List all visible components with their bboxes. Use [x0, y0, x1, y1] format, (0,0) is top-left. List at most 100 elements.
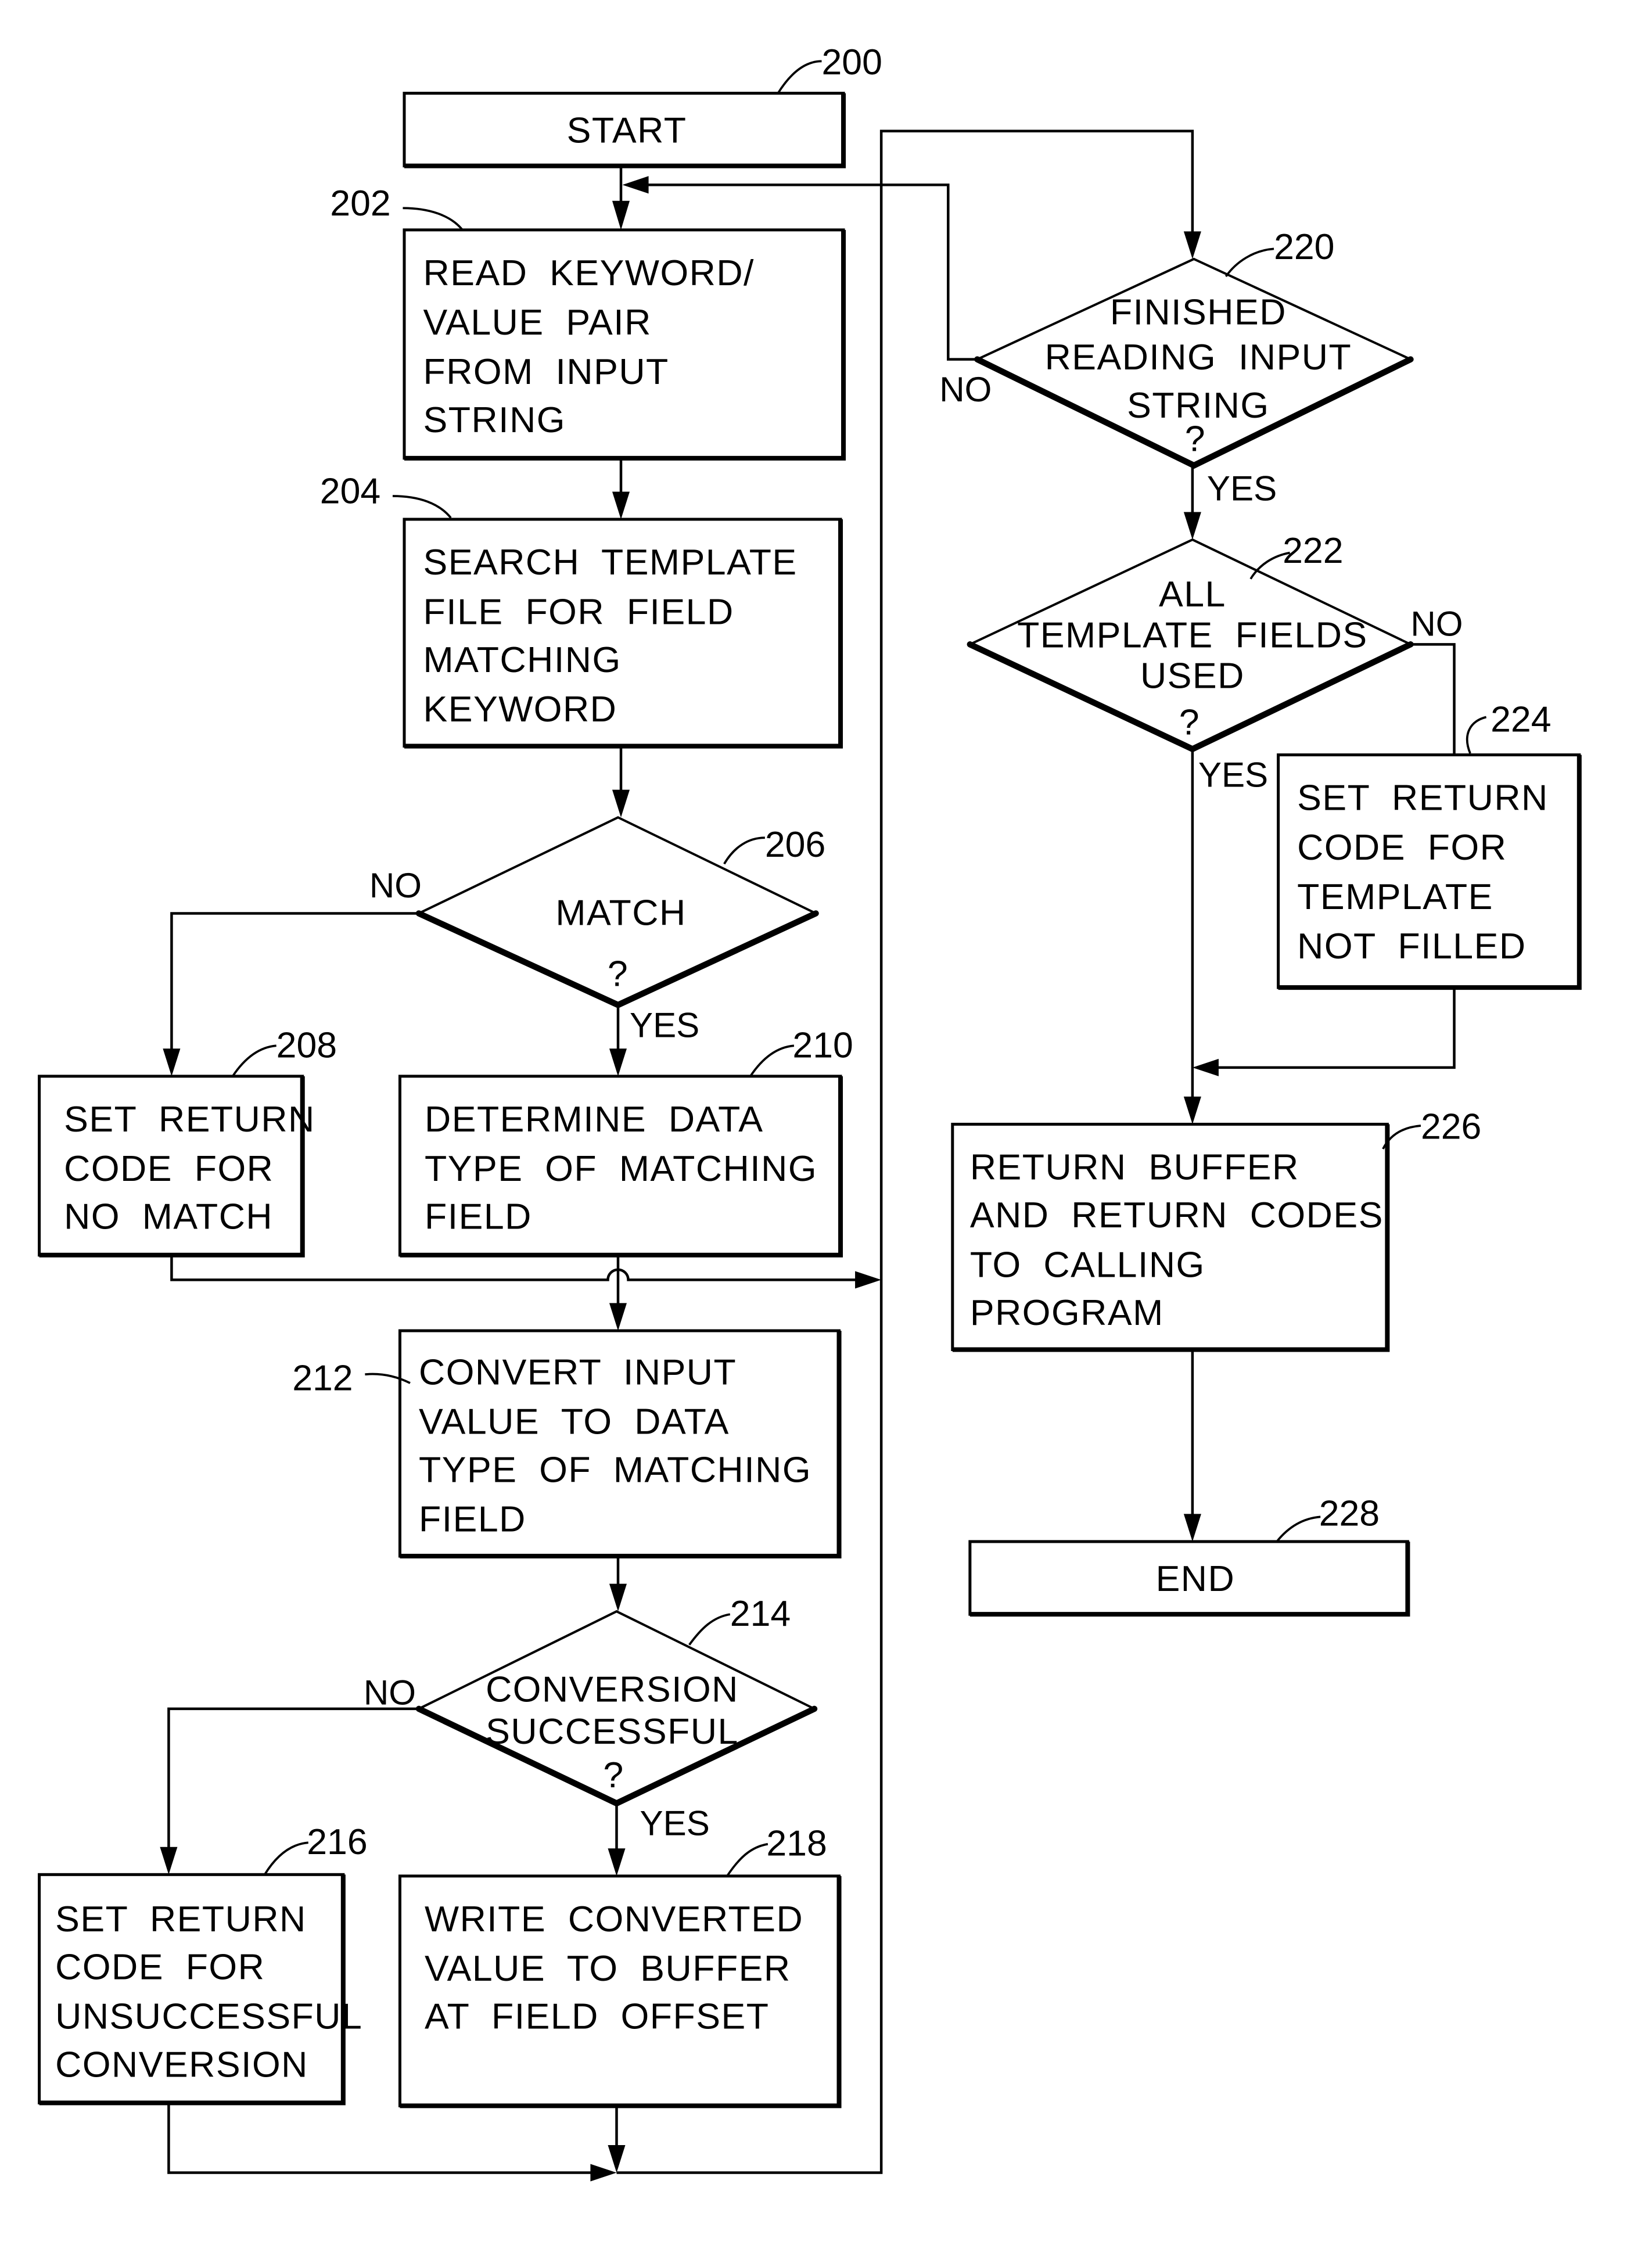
- node-ret: RETURN BUFFER AND RETURN CODES TO CALLIN…: [951, 1107, 1481, 1352]
- node-convok-line: CONVERSION: [486, 1669, 739, 1709]
- node-search-line: KEYWORD: [423, 689, 617, 730]
- node-end: END 228: [968, 1493, 1410, 1617]
- ref-206: 206: [765, 824, 825, 865]
- arrowhead-icon: [160, 1847, 178, 1875]
- node-read-line: READ KEYWORD/: [423, 253, 755, 293]
- node-dtype-line: FIELD: [425, 1197, 532, 1237]
- node-match-label: MATCH: [555, 893, 686, 933]
- node-search-line: MATCHING: [423, 640, 622, 680]
- ref-224: 224: [1491, 699, 1551, 740]
- edge-convbad-merge: [167, 2103, 597, 2174]
- node-search: SEARCH TEMPLATE FILE FOR FIELD MATCHING …: [320, 470, 843, 749]
- node-dtype: DETERMINE DATA TYPE OF MATCHING FIELD 21…: [398, 1025, 853, 1258]
- arrowhead-icon: [612, 491, 630, 520]
- node-convert: CONVERT INPUT VALUE TO DATA TYPE OF MATC…: [292, 1329, 842, 1559]
- node-search-line: SEARCH TEMPLATE: [423, 542, 798, 583]
- node-ret-line: PROGRAM: [970, 1292, 1164, 1333]
- node-allused-line: TEMPLATE FIELDS: [1017, 615, 1368, 655]
- branch-label-yes: YES: [1207, 469, 1277, 508]
- ref-200: 200: [821, 42, 882, 82]
- node-read-line: FROM INPUT: [423, 351, 669, 392]
- node-dtype-line: TYPE OF MATCHING: [425, 1148, 817, 1189]
- ref-leader: [1466, 716, 1487, 754]
- ref-210: 210: [792, 1025, 853, 1065]
- ref-218: 218: [766, 1823, 827, 1864]
- node-dtype-line: DETERMINE DATA: [425, 1099, 763, 1140]
- node-write-line: WRITE CONVERTED: [425, 1899, 803, 1939]
- arrowhead-icon: [163, 1048, 181, 1076]
- ref-leader: [777, 60, 822, 94]
- branch-label-no: NO: [369, 866, 422, 905]
- arrowhead-icon: [609, 1583, 627, 1612]
- ref-leader: [1276, 1515, 1321, 1543]
- node-match: MATCH ? 206 NO YES: [369, 816, 825, 1044]
- node-search-line: FILE FOR FIELD: [423, 591, 734, 632]
- node-convert-line: TYPE OF MATCHING: [419, 1449, 811, 1490]
- node-notfill-line: TEMPLATE: [1297, 877, 1493, 917]
- node-convert-line: FIELD: [419, 1499, 526, 1539]
- ref-216: 216: [307, 1822, 367, 1862]
- node-convert-line: CONVERT INPUT: [419, 1352, 737, 1393]
- node-nomatch: SET RETURN CODE FOR NO MATCH 208: [38, 1025, 337, 1258]
- node-convbad-line: CODE FOR: [55, 1947, 265, 1988]
- node-convert-line: VALUE TO DATA: [419, 1402, 730, 1442]
- arrowhead-icon: [622, 176, 649, 194]
- ref-leader: [264, 1841, 308, 1876]
- branch-label-no: NO: [1410, 604, 1463, 643]
- ref-leader: [232, 1044, 276, 1077]
- node-nomatch-line: NO MATCH: [64, 1197, 273, 1237]
- node-allused-line: ALL: [1159, 574, 1226, 615]
- edge-nomatch-loop: [170, 1255, 870, 1281]
- node-write-line: VALUE TO BUFFER: [425, 1948, 791, 1989]
- ref-212: 212: [292, 1358, 353, 1399]
- node-notfill-line: CODE FOR: [1297, 827, 1507, 868]
- node-allused-line: USED: [1140, 655, 1245, 696]
- node-ret-line: RETURN BUFFER: [970, 1147, 1299, 1188]
- node-write-line: AT FIELD OFFSET: [425, 1996, 769, 2037]
- node-start-label: START: [567, 110, 687, 151]
- ref-leader: [1224, 247, 1274, 278]
- ref-leader: [723, 836, 765, 865]
- node-notfill: SET RETURN CODE FOR TEMPLATE NOT FILLED …: [1277, 699, 1582, 990]
- arrowhead-icon: [1183, 512, 1201, 540]
- node-match-question: ?: [608, 954, 629, 994]
- node-notfill-line: NOT FILLED: [1297, 926, 1526, 967]
- ref-208: 208: [276, 1025, 337, 1065]
- node-end-label: END: [1156, 1558, 1236, 1599]
- arrowhead-icon: [1192, 1058, 1219, 1076]
- node-convbad-line: SET RETURN: [55, 1899, 307, 1939]
- node-convbad-line: CONVERSION: [55, 2044, 308, 2085]
- arrowhead-icon: [1183, 1514, 1201, 1542]
- arrowhead-icon: [1183, 1096, 1201, 1125]
- node-allused-question: ?: [1179, 702, 1200, 743]
- ref-leader: [403, 207, 464, 231]
- flowchart: START 200 READ KEYWORD/ VALUE PAIR FROM …: [38, 42, 1582, 2182]
- ref-228: 228: [1319, 1493, 1380, 1533]
- node-start: START 200: [403, 42, 882, 168]
- ref-214: 214: [730, 1593, 791, 1634]
- node-convbad-line: UNSUCCESSFUL: [55, 1996, 362, 2037]
- node-read-line: VALUE PAIR: [423, 302, 652, 343]
- branch-label-yes: YES: [1198, 756, 1268, 795]
- ref-leader: [749, 1044, 795, 1077]
- node-convok-question: ?: [603, 1755, 624, 1795]
- arrowhead-icon: [608, 1848, 626, 1876]
- branch-label-no: NO: [939, 370, 992, 409]
- node-convok-line: SUCCESSFUL: [486, 1711, 739, 1752]
- branch-label-no: NO: [364, 1673, 416, 1712]
- node-ret-line: AND RETURN CODES: [970, 1195, 1384, 1235]
- node-notfill-line: SET RETURN: [1297, 778, 1549, 818]
- node-ret-line: TO CALLING: [970, 1244, 1205, 1285]
- ref-leader: [392, 495, 452, 519]
- edge-convok-no: [167, 1707, 419, 1865]
- branch-label-yes: YES: [630, 1005, 699, 1044]
- node-finished: FINISHED READING INPUT STRING ? 220 NO Y…: [939, 227, 1414, 508]
- branch-label-yes: YES: [640, 1804, 710, 1843]
- ref-204: 204: [320, 470, 380, 511]
- node-nomatch-line: SET RETURN: [64, 1099, 315, 1140]
- edge-allused-no: [1410, 643, 1456, 755]
- arrowhead-icon: [590, 2164, 617, 2182]
- arrowhead-icon: [608, 2145, 626, 2173]
- ref-226: 226: [1421, 1107, 1481, 1147]
- node-read-line: STRING: [423, 400, 566, 440]
